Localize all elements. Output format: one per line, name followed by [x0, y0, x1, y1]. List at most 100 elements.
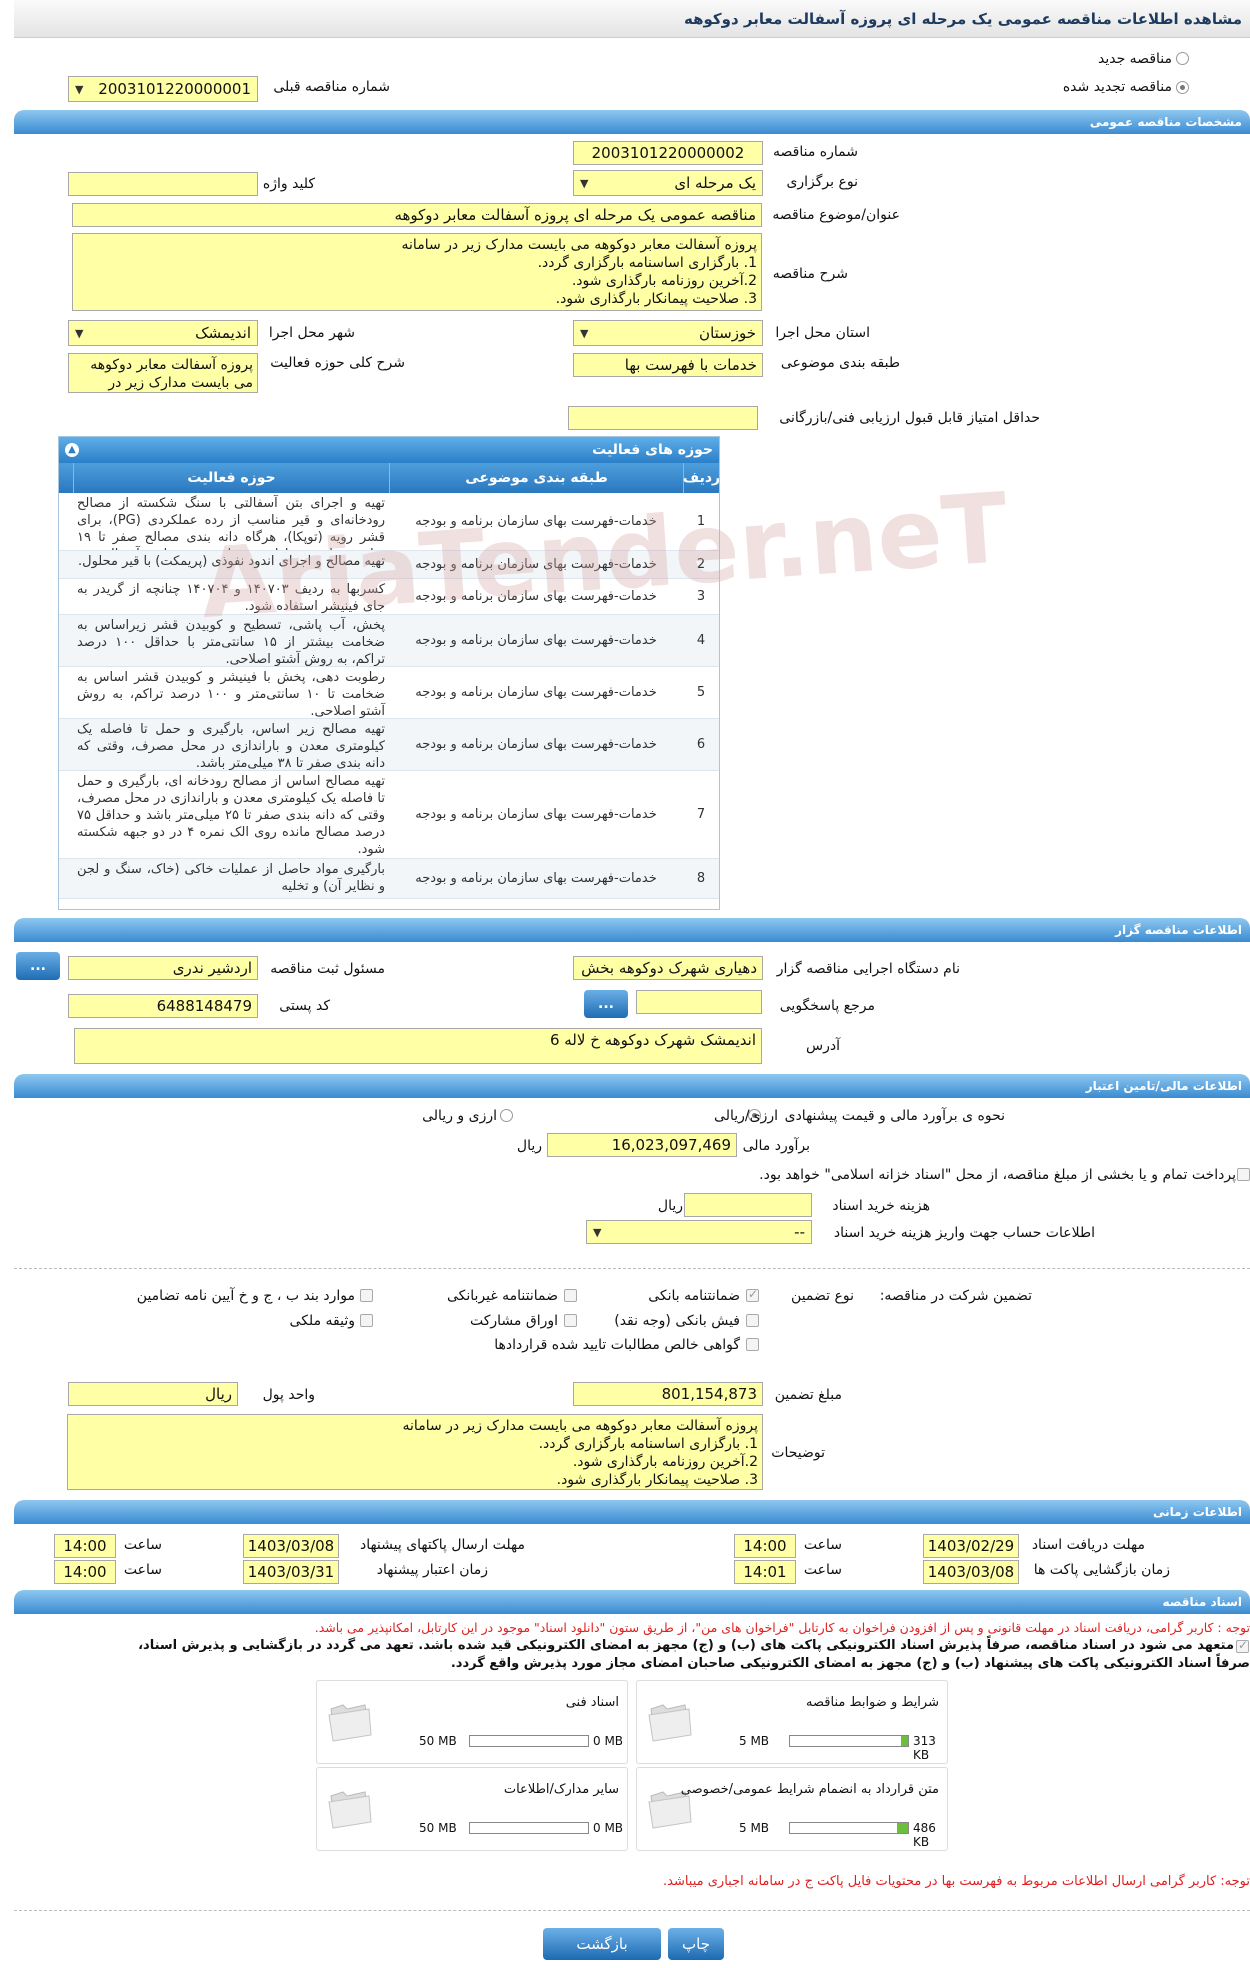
- net-claims-checkbox[interactable]: [746, 1338, 759, 1351]
- prev-number-label: شماره مناقصه قبلی: [273, 79, 390, 95]
- officer-browse-button[interactable]: ...: [16, 952, 60, 980]
- bank-receipt-checkbox[interactable]: [746, 1314, 759, 1327]
- validity-date[interactable]: 1403/03/31: [243, 1560, 339, 1584]
- tender-number-label: شماره مناقصه: [773, 144, 858, 160]
- province-select[interactable]: خوزستان ▼: [573, 320, 763, 346]
- validity-time-label: ساعت: [123, 1562, 162, 1578]
- document-progress-bar: [469, 1822, 589, 1834]
- keyword-field[interactable]: [68, 172, 258, 196]
- row-activity: رطوبت دهی، پخش با فینیشر و کوبیدن قشر اس…: [77, 670, 385, 718]
- pledge-line-2: صرفاً اسناد الکترونیکی پاکت های پیشنهاد …: [450, 1656, 1250, 1671]
- table-row: 5 خدمات-فهرست بهای سازمان برنامه و بودجه ر…: [59, 667, 719, 719]
- amount-field[interactable]: 801,154,873: [573, 1382, 763, 1406]
- regulation-items-checkbox[interactable]: [360, 1289, 373, 1302]
- validity-time[interactable]: 14:00: [54, 1560, 116, 1584]
- treasury-note: پرداخت تمام و یا بخشی از مبلغ مناقصه، از…: [759, 1167, 1236, 1183]
- doc-receive-date[interactable]: 1403/02/29: [923, 1534, 1019, 1558]
- row-category: خدمات-فهرست بهای سازمان برنامه و بودجه: [415, 737, 657, 752]
- estimate-label: برآورد مالی: [742, 1138, 810, 1154]
- print-button[interactable]: چاپ: [668, 1928, 724, 1960]
- document-card[interactable]: اسناد فنی 0 MB 50 MB: [316, 1680, 628, 1764]
- chevron-down-icon: ▼: [580, 326, 589, 340]
- postal-field[interactable]: 6488148479: [68, 994, 258, 1018]
- validity-label: زمان اعتبار پیشنهاد: [376, 1562, 488, 1578]
- send-date[interactable]: 1403/03/08: [243, 1534, 339, 1558]
- pledge-checkbox[interactable]: [1236, 1638, 1249, 1653]
- partnership-bonds-checkbox[interactable]: [564, 1314, 577, 1327]
- document-title: سایر مدارک/اطلاعات: [503, 1782, 619, 1797]
- radio-new-label: مناقصه جدید: [1097, 51, 1172, 67]
- prev-number-select[interactable]: 2003101220000001 ▼: [68, 76, 258, 102]
- city-label: شهر محل اجرا: [268, 325, 355, 341]
- row-number: 5: [696, 685, 706, 700]
- document-current-size: 0 MB: [593, 1734, 624, 1748]
- doc-receive-label: مهلت دریافت اسناد: [1031, 1537, 1145, 1553]
- non-bank-guarantee-checkbox[interactable]: [564, 1289, 577, 1302]
- open-time[interactable]: 14:01: [734, 1560, 796, 1584]
- description-field[interactable]: پروزه آسفالت معابر دوکوهه می بایست مدارک…: [72, 233, 762, 311]
- regulation-items-label: موارد بند ب ، ج و خ آیین نامه تضامین: [136, 1288, 355, 1304]
- category-field[interactable]: خدمات با فهرست بها: [573, 353, 763, 377]
- ref-label: مرجع پاسخگویی: [779, 998, 875, 1014]
- partnership-bonds-label: اوراق مشارکت: [469, 1313, 558, 1329]
- account-select[interactable]: -- ▼: [586, 1220, 812, 1244]
- activity-desc-field[interactable]: پروزه آسفالت معابر دوکوهه می بایست مدارک…: [68, 353, 258, 393]
- table-row: 6 خدمات-فهرست بهای سازمان برنامه و بودجه ت…: [59, 719, 719, 771]
- document-current-size: 313 KB: [913, 1734, 936, 1762]
- table-row: 7 خدمات-فهرست بهای سازمان برنامه و بودجه ت…: [59, 771, 719, 859]
- amount-label: مبلغ تضمین: [774, 1387, 842, 1403]
- document-card[interactable]: متن قرارداد به انضمام شرایط عمومی/خصوصی 4…: [636, 1767, 948, 1851]
- document-progress-bar: [469, 1735, 589, 1747]
- currency-field[interactable]: ریال: [68, 1382, 238, 1406]
- officer-field[interactable]: اردشیر ندری: [68, 956, 258, 980]
- chevron-down-icon: ▼: [580, 176, 589, 190]
- bank-receipt-label: فیش بانکی (وجه نقد): [614, 1313, 740, 1329]
- pledge-line-1: متعهد می شود در اسناد مناقصه، صرفاً پذیر…: [138, 1638, 1234, 1653]
- notes-field[interactable]: پروزه آسفالت معابر دوکوهه می بایست مدارک…: [67, 1414, 763, 1490]
- col-category: طبقه بندی موضوعی: [389, 463, 683, 493]
- table-row: 8 خدمات-فهرست بهای سازمان برنامه و بودجه ب…: [59, 859, 719, 899]
- row-category: خدمات-فهرست بهای سازمان برنامه و بودجه: [415, 685, 657, 700]
- bank-guarantee-label: ضمانتنامه بانکی: [648, 1288, 740, 1304]
- back-button[interactable]: بازگشت: [543, 1928, 661, 1960]
- document-current-size: 0 MB: [593, 1821, 624, 1835]
- tender-number-field[interactable]: 2003101220000002: [573, 141, 763, 165]
- radio-new-tender[interactable]: [1176, 52, 1189, 65]
- document-card[interactable]: شرایط و ضوابط مناقصه 313 KB 5 MB: [636, 1680, 948, 1764]
- row-activity: تهیه مصالح اساس از مصالح رودخانه ای، بار…: [77, 774, 385, 857]
- org-field[interactable]: دهیاری شهرک دوکوهه بخش: [573, 956, 763, 980]
- account-label: اطلاعات حساب جهت واریز هزینه خرید اسناد: [833, 1225, 1095, 1241]
- subject-field[interactable]: مناقصه عمومی یک مرحله ای پروزه آسفالت مع…: [72, 203, 762, 227]
- notes-label: توضیحات: [771, 1445, 825, 1461]
- doc-receive-time[interactable]: 14:00: [734, 1534, 796, 1558]
- ref-browse-button[interactable]: ...: [584, 990, 628, 1018]
- min-score-field[interactable]: [568, 406, 758, 430]
- document-title: اسناد فنی: [565, 1695, 619, 1710]
- row-number: 7: [696, 807, 706, 822]
- activities-table-header: ردیف طبقه بندی موضوعی حوزه فعالیت: [59, 463, 719, 493]
- send-label: مهلت ارسال پاکتهای پیشنهاد: [359, 1537, 525, 1553]
- bottom-red-note: توجه: کاربر گرامی ارسال اطلاعات مربوط به…: [663, 1874, 1250, 1889]
- document-card[interactable]: سایر مدارک/اطلاعات 0 MB 50 MB: [316, 1767, 628, 1851]
- address-label: آدرس: [806, 1038, 840, 1054]
- bank-guarantee-checkbox[interactable]: [746, 1287, 759, 1302]
- type-select[interactable]: یک مرحله ای ▼: [573, 170, 763, 196]
- type-label: نوع برگزاری: [786, 174, 858, 190]
- folder-icon: [328, 1791, 372, 1829]
- collapse-icon[interactable]: ▲: [65, 443, 79, 457]
- document-title: متن قرارداد به انضمام شرایط عمومی/خصوصی: [680, 1782, 939, 1797]
- doc-fee-field[interactable]: [684, 1193, 812, 1217]
- radio-currency-and-rial[interactable]: [500, 1109, 513, 1122]
- city-select[interactable]: اندیمشک ▼: [68, 320, 258, 346]
- address-field[interactable]: اندیمشک شهرک دوکوهه خ لاله 6: [74, 1028, 762, 1064]
- radio-renewed-tender[interactable]: [1176, 81, 1189, 94]
- treasury-checkbox[interactable]: [1237, 1168, 1250, 1181]
- document-progress-bar: [789, 1822, 909, 1834]
- ref-field[interactable]: [636, 990, 762, 1014]
- estimate-field[interactable]: 16,023,097,469: [547, 1133, 737, 1157]
- open-date[interactable]: 1403/03/08: [923, 1560, 1019, 1584]
- participation-label: تضمین شرکت در مناقصه:: [879, 1288, 1032, 1304]
- send-time[interactable]: 14:00: [54, 1534, 116, 1558]
- folder-icon: [328, 1704, 372, 1742]
- property-deed-checkbox[interactable]: [360, 1314, 373, 1327]
